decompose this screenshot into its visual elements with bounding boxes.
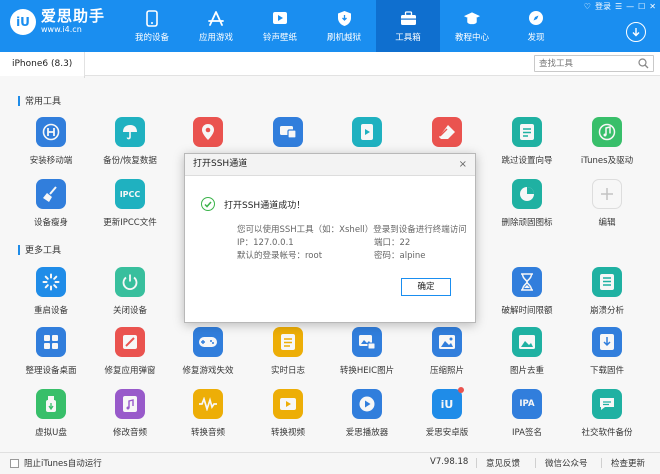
status-footer: 阻止iTunes自动运行 V7.98.18 意见反馈 微信公众号 检查更新: [0, 452, 660, 474]
divider: [601, 458, 602, 468]
window-controls: ♡ 登录 ☰ — ☐ ✕: [584, 1, 656, 12]
search-input[interactable]: [535, 56, 633, 71]
logo: iU 爱思助手 www.i4.cn: [10, 8, 105, 35]
device-tab[interactable]: iPhone6 (8.3): [0, 52, 86, 78]
divider: [476, 458, 477, 468]
nav-label: 应用游戏: [198, 33, 233, 43]
logo-name: 爱思助手: [41, 7, 106, 25]
nav-ringtones-wallpapers[interactable]: 铃声壁纸: [248, 0, 312, 52]
maximize-icon[interactable]: ☐: [638, 2, 645, 11]
login-link[interactable]: 登录: [595, 1, 611, 12]
nav-label: 发现: [527, 33, 545, 43]
block-itunes-checkbox[interactable]: [10, 459, 19, 468]
nav-discover[interactable]: 发现: [504, 0, 568, 52]
ok-button[interactable]: 确定: [401, 278, 451, 296]
nav-label: 教程中心: [454, 33, 489, 43]
device-bar: iPhone6 (8.3): [0, 52, 660, 78]
nav-label: 我的设备: [134, 33, 169, 43]
phone-icon: [143, 9, 161, 27]
nav-tutorials[interactable]: 教程中心: [440, 0, 504, 52]
ssh-info: 您可以使用SSH工具（如：Xshell）登录到设备进行终端访问 IP：127.0…: [237, 224, 467, 263]
feedback-link[interactable]: 意见反馈: [486, 457, 520, 469]
dialog-close-button[interactable]: ×: [459, 154, 467, 175]
search-icon[interactable]: [638, 58, 649, 69]
nav-toolbox[interactable]: 工具箱: [376, 0, 440, 52]
top-header: iU 爱思助手 www.i4.cn 我的设备 应用游戏 铃声壁纸 刷机越狱 工具…: [0, 0, 660, 52]
compass-icon: [527, 9, 545, 27]
heart-icon[interactable]: ♡: [584, 2, 591, 11]
wechat-link[interactable]: 微信公众号: [545, 457, 588, 469]
logo-mark: iU: [10, 8, 36, 35]
ssh-password: 密码：alpine: [374, 251, 426, 261]
dialog-message: 打开SSH通道成功！: [201, 197, 305, 211]
dialog-titlebar: 打开SSH通道 ×: [185, 154, 475, 176]
ssh-dialog: 打开SSH通道 × 打开SSH通道成功！ 您可以使用SSH工具（如：Xshell…: [184, 153, 476, 323]
divider: [535, 458, 536, 468]
nav-label: 铃声壁纸: [262, 33, 297, 43]
download-icon: [632, 28, 640, 37]
dialog-title: 打开SSH通道: [193, 159, 248, 169]
shield-icon: [335, 9, 353, 27]
success-text: 打开SSH通道成功！: [224, 200, 306, 211]
app-window: iU 爱思助手 www.i4.cn 我的设备 应用游戏 铃声壁纸 刷机越狱 工具…: [0, 0, 660, 474]
success-check-icon: [201, 197, 215, 211]
search-box: [534, 55, 654, 72]
version-text: V7.98.18: [430, 457, 469, 467]
nav-apps-games[interactable]: 应用游戏: [184, 0, 248, 52]
logo-url: www.i4.cn: [41, 25, 82, 34]
ssh-ip: IP：127.0.0.1: [237, 238, 294, 248]
check-update-link[interactable]: 检查更新: [611, 457, 645, 469]
close-icon[interactable]: ✕: [649, 2, 656, 11]
nav-flash-jailbreak[interactable]: 刷机越狱: [312, 0, 376, 52]
main-nav: 我的设备 应用游戏 铃声壁纸 刷机越狱 工具箱 教程中心 发现: [120, 0, 568, 52]
nav-label: 工具箱: [395, 33, 421, 43]
download-button[interactable]: [626, 22, 646, 42]
media-icon: [271, 9, 289, 27]
minimize-icon[interactable]: —: [626, 2, 634, 11]
graduation-cap-icon: [463, 9, 481, 27]
nav-my-device[interactable]: 我的设备: [120, 0, 184, 52]
block-itunes-label[interactable]: 阻止iTunes自动运行: [24, 457, 102, 469]
ssh-user: 默认的登录帐号：root: [237, 251, 323, 261]
menu-icon[interactable]: ☰: [615, 2, 622, 11]
app-store-icon: [207, 9, 225, 27]
ssh-port: 端口：22: [374, 238, 411, 248]
nav-label: 刷机越狱: [326, 33, 361, 43]
ssh-instruction: 您可以使用SSH工具（如：Xshell）登录到设备进行终端访问: [237, 225, 467, 235]
toolbox-icon: [399, 9, 417, 27]
